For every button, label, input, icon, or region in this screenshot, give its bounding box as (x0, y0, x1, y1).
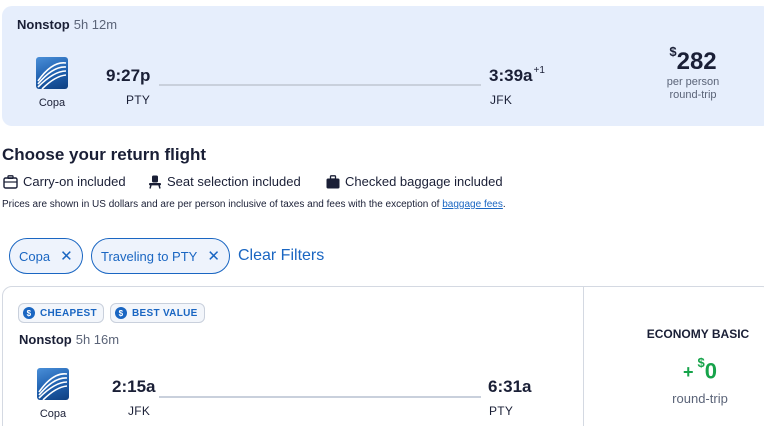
result-route-line (159, 396, 481, 398)
inclusion-seat: Seat selection included (148, 174, 301, 189)
result-arrive-time: 6:31a (488, 377, 532, 396)
selected-arrive-time: 3:39a+1 (489, 65, 545, 85)
price-trip-type: round-trip (669, 89, 717, 101)
best-value-badge: $ BEST VALUE (110, 303, 205, 323)
selected-price-amount: $282 (669, 44, 717, 75)
filter-chip-copa[interactable]: Copa ✕ (9, 238, 83, 274)
inclusion-carry-on: Carry-on included (3, 174, 126, 189)
selected-depart-code: PTY (126, 93, 151, 107)
result-duration: 5h 16m (75, 332, 120, 347)
copa-logo-icon (37, 368, 69, 400)
inclusion-label: Carry-on included (23, 174, 126, 189)
result-depart-code: JFK (128, 404, 151, 418)
fare-currency: $ (697, 355, 705, 370)
filter-chip-traveling-to[interactable]: Traveling to PTY ✕ (91, 238, 230, 274)
fare-trip-type: round-trip (672, 391, 728, 406)
badge-label: CHEAPEST (40, 307, 97, 319)
inclusion-checked-bag: Checked baggage included (326, 174, 503, 189)
dollar-icon: $ (115, 307, 127, 319)
inclusion-label: Seat selection included (167, 174, 301, 189)
dollar-icon: $ (23, 307, 35, 319)
result-arrive-code: PTY (489, 404, 514, 418)
selected-arrive-code: JFK (490, 93, 513, 107)
badge-label: BEST VALUE (132, 307, 198, 319)
result-depart-time: 2:15a (112, 377, 156, 396)
price-disclaimer: Prices are shown in US dollars and are p… (2, 199, 506, 210)
selected-depart-time: 9:27p (106, 66, 151, 85)
carry-on-bag-icon (3, 174, 18, 189)
filter-chip-label: Traveling to PTY (101, 248, 198, 264)
copa-logo-icon (36, 57, 68, 89)
clear-filters-link[interactable]: Clear Filters (238, 247, 324, 265)
page-title: Choose your return flight (2, 145, 206, 164)
disclaimer-suffix: . (502, 199, 506, 210)
selected-stops: Nonstop (17, 17, 70, 32)
disclaimer-text: Prices are shown in US dollars and are p… (2, 199, 443, 210)
selected-flight-header: Nonstop 5h 12m (17, 17, 117, 32)
seat-icon (149, 175, 161, 189)
selected-price: $282 per person round-trip (648, 44, 738, 102)
fare-amount: 0 (704, 358, 717, 384)
result-header: Nonstop 5h 16m (19, 332, 119, 347)
price-per-person: per person (666, 76, 720, 88)
selected-duration: 5h 12m (73, 17, 118, 32)
result-airline-name: Copa (39, 408, 67, 420)
selected-airline-name: Copa (38, 97, 66, 109)
fare-divider (583, 286, 584, 426)
checked-bag-icon (326, 174, 340, 188)
result-stops: Nonstop (19, 332, 72, 347)
fare-class-name: ECONOMY BASIC (646, 327, 750, 341)
fare-plus: + (683, 362, 694, 383)
close-icon[interactable]: ✕ (207, 249, 220, 264)
filter-chip-label: Copa (19, 248, 51, 264)
inclusion-label: Checked baggage included (345, 174, 503, 189)
baggage-fees-link[interactable]: baggage fees (442, 199, 503, 210)
day-offset: +1 (533, 65, 545, 77)
cheapest-badge: $ CHEAPEST (18, 303, 104, 323)
fare-price[interactable]: + $0 (612, 355, 764, 384)
close-icon[interactable]: ✕ (60, 249, 73, 264)
selected-route-line (159, 84, 481, 86)
